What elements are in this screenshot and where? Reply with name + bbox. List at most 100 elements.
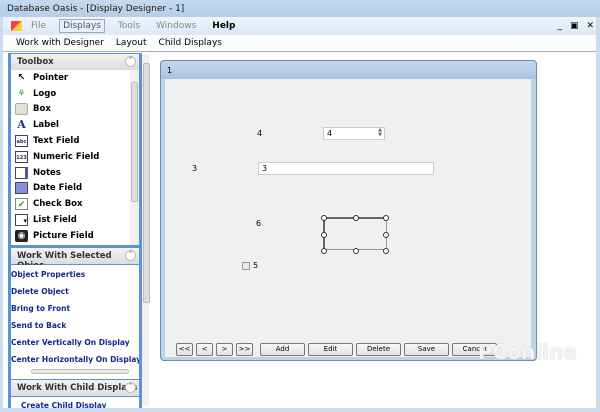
menu-layout[interactable]: Layout [116, 38, 147, 48]
toolbox-item-label: List Field [33, 215, 77, 226]
box-icon [15, 103, 28, 116]
list-field-icon: ▾ [15, 214, 28, 227]
toolbox-item-label: Pointer [33, 72, 69, 83]
collapse-icon[interactable]: ˆ [125, 56, 136, 67]
close-button[interactable]: ✕ [586, 21, 594, 31]
first-record-button[interactable]: << [176, 343, 193, 356]
resize-handle[interactable] [353, 215, 359, 221]
selected-actions: Object Properties Delete Object Bring to… [11, 265, 139, 379]
window-title: Database Oasis - [Display Designer - 1] [7, 4, 185, 14]
design-surface[interactable]: 4 4 ▲ ▼ 3 3 6 5 << < > >> Add Edit Delete … [165, 79, 531, 357]
display-designer-window: 1 4 4 ▲ ▼ 3 3 6 5 << < > >> Add Edit Delet… [160, 60, 537, 361]
collapse-icon[interactable]: ˆ [125, 382, 136, 393]
resize-handle[interactable] [321, 232, 327, 238]
toolbox-item-picture-field[interactable]: ◉ Picture Field [11, 228, 139, 244]
resize-handle[interactable] [353, 248, 359, 254]
toolbox-item-notes[interactable]: Notes [11, 165, 139, 181]
label-icon: A [17, 118, 26, 132]
menu-windows[interactable]: Windows [153, 20, 199, 32]
toolbox-item-label: Text Field [33, 136, 80, 147]
checkbox[interactable] [242, 262, 250, 270]
child-title: Work With Child Displays [17, 383, 138, 393]
edit-button[interactable]: Edit [308, 343, 353, 356]
restore-button[interactable]: ▣ [570, 21, 579, 31]
toolbox-item-box[interactable]: Box [11, 102, 139, 118]
numeric-field[interactable]: 4 ▲ ▼ [323, 127, 385, 140]
toolbox-item-check-box[interactable]: ✔ Check Box [11, 196, 139, 212]
menu-displays[interactable]: Displays [59, 19, 105, 33]
create-child-display-link[interactable]: Create Child Display [21, 397, 139, 408]
resize-handle[interactable] [383, 215, 389, 221]
resize-handle[interactable] [383, 232, 389, 238]
child-actions: Create Child Display [11, 397, 139, 408]
resize-handle[interactable] [321, 215, 327, 221]
watermark: PConline [478, 340, 577, 364]
numeric-value: 4 [327, 129, 333, 138]
toolbox-item-label: Box [33, 104, 51, 115]
save-button[interactable]: Save [404, 343, 449, 356]
next-record-button[interactable]: > [216, 343, 233, 356]
bring-to-front-link[interactable]: Bring to Front [11, 300, 139, 317]
title-bar: Database Oasis - [Display Designer - 1] [0, 0, 600, 17]
menu-file[interactable]: File [28, 20, 49, 32]
previous-record-button[interactable]: < [196, 343, 213, 356]
toolbox-item-label: Date Field [33, 183, 83, 194]
toolbox-scrollbar[interactable] [130, 70, 139, 245]
last-record-button[interactable]: >> [236, 343, 253, 356]
toolbox-item-label[interactable]: A Label [11, 117, 139, 133]
pane-scrollbar[interactable] [142, 55, 150, 405]
toolbox-item-label: Check Box [33, 199, 83, 210]
menu-bar: File Displays Tools Windows Help [3, 17, 596, 35]
text-field-label[interactable]: 3 [192, 164, 197, 173]
picture-field-icon: ◉ [15, 229, 28, 242]
send-to-back-link[interactable]: Send to Back [11, 317, 139, 334]
toolbox-list: ↖ Pointer ⚘ Logo Box A Label abc Text Field 123 Nu… [11, 70, 139, 245]
notes-icon [15, 166, 28, 179]
center-horizontally-link[interactable]: Center Horizontally On Display [11, 351, 139, 368]
text-field-icon: abc [15, 135, 28, 148]
date-field-icon [15, 182, 28, 195]
spinner-icon[interactable]: ▲ ▼ [378, 128, 382, 138]
minimize-button[interactable]: _ [557, 21, 562, 31]
toolbox-item-logo[interactable]: ⚘ Logo [11, 86, 139, 102]
numeric-field-label[interactable]: 4 [257, 129, 262, 138]
toolbox-header[interactable]: Toolbox ˆ [11, 54, 139, 70]
toolbox-item-numeric-field[interactable]: 123 Numeric Field [11, 149, 139, 165]
logo-icon: ⚘ [17, 88, 26, 99]
menu-work-with-designer[interactable]: Work with Designer [16, 38, 104, 48]
toolbox-item-label: Logo [33, 88, 57, 99]
selected-box[interactable] [321, 215, 389, 254]
resize-handle[interactable] [321, 248, 327, 254]
resize-handle[interactable] [383, 248, 389, 254]
toolbox-item-label: Notes [33, 167, 61, 178]
child-header[interactable]: Work With Child Displays ˆ [11, 380, 139, 396]
menu-help[interactable]: Help [209, 20, 238, 32]
menu-child-displays[interactable]: Child Displays [159, 38, 222, 48]
text-field[interactable]: 3 [258, 162, 434, 175]
designer-menu: Work with Designer Layout Child Displays [3, 35, 596, 52]
check-box-icon: ✔ [15, 198, 28, 211]
delete-object-link[interactable]: Delete Object [11, 283, 139, 300]
menu-tools[interactable]: Tools [115, 20, 143, 32]
toolbox-item-label: Picture Field [33, 230, 94, 241]
center-vertically-link[interactable]: Center Vertically On Display [11, 334, 139, 351]
designer-title-bar: 1 [161, 61, 536, 79]
numeric-field-icon: 123 [15, 150, 28, 163]
object-properties-link[interactable]: Object Properties [11, 266, 139, 283]
toolbox-item-date-field[interactable]: Date Field [11, 181, 139, 197]
collapse-icon[interactable]: ˆ [125, 250, 136, 261]
delete-button[interactable]: Delete [356, 343, 401, 356]
toolbox-item-label: Label [33, 120, 59, 131]
box-label[interactable]: 6 [256, 219, 261, 228]
designer-title: 1 [167, 66, 173, 75]
toolbox-item-list-field[interactable]: ▾ List Field [11, 212, 139, 228]
checkbox-label[interactable]: 5 [253, 261, 258, 270]
toolbox-item-label: Numeric Field [33, 151, 100, 162]
add-button[interactable]: Add [260, 343, 305, 356]
selected-header[interactable]: Work With Selected Objecˆ [11, 248, 139, 271]
toolbox-item-pointer[interactable]: ↖ Pointer [11, 70, 139, 86]
horizontal-scrollbar[interactable] [31, 369, 129, 374]
app-icon [11, 21, 22, 31]
toolbox-title: Toolbox [17, 57, 54, 67]
toolbox-item-text-field[interactable]: abc Text Field [11, 133, 139, 149]
